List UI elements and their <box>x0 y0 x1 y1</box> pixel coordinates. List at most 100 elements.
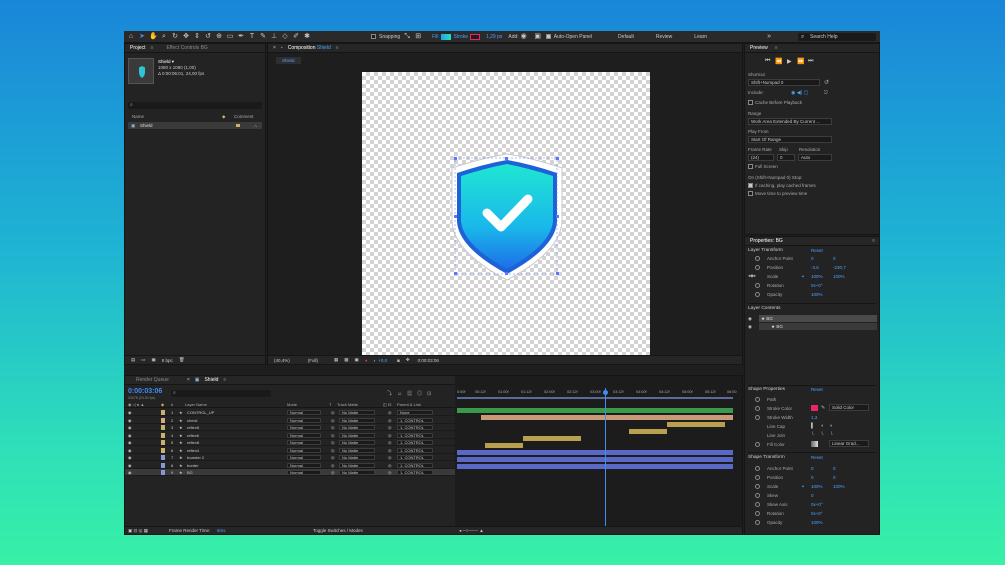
play-icon[interactable]: ▶ <box>787 58 792 65</box>
table-row[interactable]: ◉ 2 ★ check Normal ◎ No Matte ◎ 1. CONTROL <box>125 417 455 424</box>
frame-blend-icon[interactable]: ▦ <box>407 391 417 397</box>
scale-x[interactable]: 100% <box>811 274 823 279</box>
work-area-bar[interactable] <box>457 397 733 399</box>
brush-tool-icon[interactable]: ✎ <box>259 33 267 41</box>
stopwatch-icon[interactable] <box>755 415 760 420</box>
exposure-icon[interactable]: ◐ <box>374 358 377 363</box>
col-layer-name[interactable]: Layer Name <box>185 401 207 408</box>
table-row[interactable]: ◉ 5 ★ reflex8 Normal ◎ No Matte ◎ 1. CONTROL <box>125 439 455 446</box>
motion-blur-icon[interactable]: ◎ <box>417 391 427 397</box>
zoom-dropdown[interactable]: (40,4%) <box>274 358 290 363</box>
panel-menu-icon[interactable]: ≡ <box>872 238 875 244</box>
if-caching-checkbox[interactable] <box>748 183 753 188</box>
eye-icon[interactable]: ◉ <box>748 323 752 330</box>
transparency-grid-icon[interactable]: ▩ <box>344 357 348 363</box>
st-scale-x[interactable]: 100% <box>811 484 823 489</box>
stopwatch-icon[interactable] <box>755 406 760 411</box>
play-from-dropdown[interactable]: Start Of Range <box>748 136 832 143</box>
rotation-value[interactable]: 0x+0° <box>811 283 823 288</box>
layer-label-swatch[interactable] <box>161 425 165 430</box>
eye-icon[interactable]: ◉ <box>128 417 132 424</box>
move-time-checkbox[interactable] <box>748 191 753 196</box>
stopwatch-icon[interactable] <box>755 511 760 516</box>
contents-item-bg-group[interactable]: ◉ ★ BG <box>748 315 877 322</box>
graph-editor-icon[interactable]: ⊡ <box>427 391 436 397</box>
shortcut-dropdown[interactable]: Shift+Numpad 0 <box>748 79 820 86</box>
mode-dropdown[interactable]: Normal <box>287 447 321 453</box>
comp-subtab[interactable]: Shield <box>276 57 301 64</box>
scale-y[interactable]: 100% <box>833 274 845 279</box>
puppet-tool-icon[interactable]: ✱ <box>303 33 311 41</box>
parent-dropdown[interactable]: 1. CONTROL <box>397 455 433 460</box>
channel-icon[interactable]: ● <box>365 358 368 363</box>
tab-project[interactable]: Project <box>125 45 151 51</box>
stopwatch-icon[interactable] <box>755 397 760 402</box>
line-cap-icons[interactable]: ▌◖◗ <box>811 423 839 429</box>
orbit-tool-icon[interactable]: ↻ <box>171 33 179 41</box>
panel-menu-icon[interactable]: ≡ <box>336 45 339 51</box>
col-name[interactable]: Name <box>132 114 222 121</box>
tab-composition[interactable]: Composition Shield <box>283 45 336 51</box>
track-matte-dropdown[interactable]: No Matte <box>339 447 375 453</box>
layer-label-swatch[interactable] <box>161 462 165 468</box>
shape-transform-reset[interactable]: Reset <box>811 455 823 460</box>
st-anchor-x[interactable]: 0 <box>811 466 814 471</box>
layer-name[interactable]: reflex4 <box>187 447 199 454</box>
eye-icon[interactable]: ◉ <box>128 409 132 416</box>
reset-shortcut-icon[interactable]: ↺ <box>824 79 829 86</box>
range-dropdown[interactable]: Work Area Extended By Current ... <box>748 118 832 125</box>
layer-bar-reflex8-2[interactable] <box>523 436 581 441</box>
interpret-footage-icon[interactable]: ▤ <box>131 357 135 363</box>
project-item-shield[interactable]: ▣ Shield ⛬ <box>128 122 262 129</box>
track-matte-dropdown[interactable]: No Matte <box>339 470 375 475</box>
stopwatch-icon[interactable] <box>755 265 760 270</box>
anchor-x[interactable]: 0 <box>811 256 814 261</box>
mode-dropdown[interactable]: Normal <box>287 410 321 415</box>
matte-icon[interactable]: ◎ <box>331 462 335 469</box>
clone-stamp-tool-icon[interactable]: ⊥ <box>270 33 278 41</box>
col-comment[interactable]: Comment <box>234 114 254 121</box>
zoom-slider[interactable]: ◂ ─○─── ▲ <box>459 528 484 534</box>
eraser-tool-icon[interactable]: ◇ <box>281 33 289 41</box>
close-tab-icon[interactable]: × <box>182 377 195 383</box>
panel-menu-icon[interactable]: ≡ <box>151 45 154 51</box>
pickwhip-icon[interactable]: ◎ <box>388 432 392 439</box>
tab-preview[interactable]: Preview <box>745 45 773 51</box>
pan-tool-icon[interactable]: ✥ <box>182 33 190 41</box>
snap-grid-icon[interactable]: ⊞ <box>414 33 422 41</box>
draft-3d-icon[interactable]: ⤵ <box>387 391 397 397</box>
eye-icon[interactable]: ◉ <box>128 439 132 446</box>
eye-icon[interactable]: ◉ <box>128 462 132 469</box>
timeline-tracks[interactable]: 0:00f 00:12f 01:00f 01:12f 02:00f 02:12f… <box>455 376 742 534</box>
mode-dropdown[interactable]: Normal <box>287 470 321 475</box>
layer-label-swatch[interactable] <box>161 455 165 460</box>
mode-dropdown[interactable]: Normal <box>287 440 321 445</box>
stopwatch-icon[interactable] <box>755 475 760 480</box>
mode-dropdown[interactable]: Normal <box>287 432 321 438</box>
stopwatch-icon[interactable] <box>755 493 760 498</box>
track-matte-dropdown[interactable]: No Matte <box>339 462 375 468</box>
eye-icon[interactable]: ◉ <box>128 447 132 454</box>
position-x[interactable]: -3,6 <box>811 265 819 270</box>
search-help-input[interactable]: ⌕ Search Help <box>798 33 876 41</box>
layer-name[interactable]: boarder 2 <box>187 454 204 461</box>
roto-brush-tool-icon[interactable]: ✐ <box>292 33 300 41</box>
tab-render-queue[interactable]: Render Queue <box>131 377 174 383</box>
stroke-color-swatch[interactable] <box>811 405 818 411</box>
layer-name[interactable]: check <box>187 417 197 424</box>
eye-icon[interactable]: ◉ <box>128 454 132 461</box>
eye-icon[interactable]: ◉ <box>128 432 132 439</box>
matte-icon[interactable]: ◎ <box>331 432 335 439</box>
new-comp-icon[interactable]: ▣ <box>152 357 156 363</box>
skew-axis-value[interactable]: 0x+0° <box>811 502 823 507</box>
parent-dropdown[interactable]: 1. CONTROL <box>397 447 433 453</box>
shield-artwork[interactable] <box>362 72 650 360</box>
timeline-search-input[interactable]: ⌕ <box>171 390 271 397</box>
first-frame-icon[interactable]: ⏮ <box>765 58 770 65</box>
track-matte-dropdown[interactable]: No Matte <box>339 425 375 430</box>
snap-icon[interactable]: ⤡ <box>403 33 411 41</box>
stopwatch-icon[interactable] <box>755 520 760 525</box>
composition-canvas[interactable] <box>362 72 650 360</box>
track-matte-dropdown[interactable]: No Matte <box>339 432 375 438</box>
layer-label-swatch[interactable] <box>161 410 165 415</box>
